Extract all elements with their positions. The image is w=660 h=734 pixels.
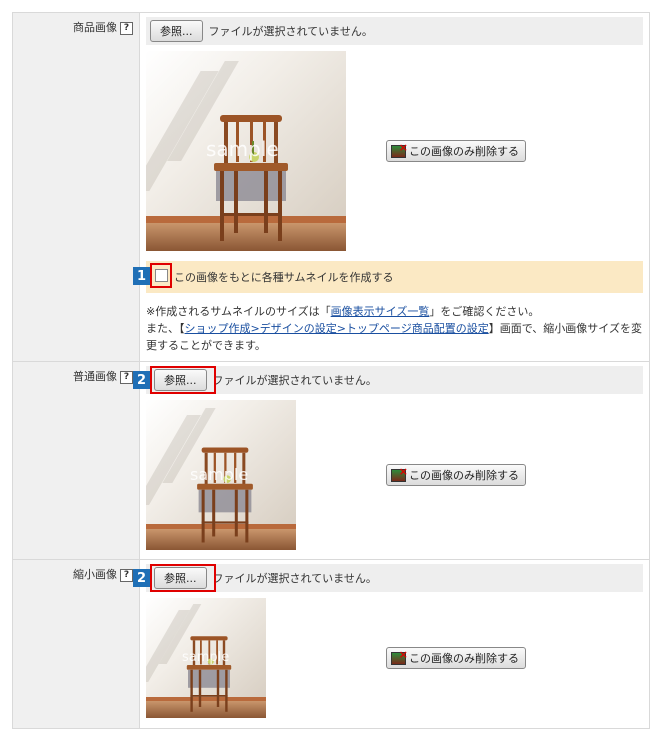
delete-image-icon <box>391 648 408 665</box>
chair-graphic <box>214 115 288 241</box>
help-icon[interactable]: ? <box>120 371 133 384</box>
image-area: sample この画像のみ削除する <box>146 598 643 718</box>
chair-photo: sample <box>146 51 346 251</box>
browse-highlight <box>150 366 216 394</box>
file-status: ファイルが選択されていません。 <box>212 572 377 585</box>
image-area: sample この画像のみ削除する <box>146 51 643 251</box>
watermark-text: sample <box>206 137 279 161</box>
image-form: 商品画像? 参照... ファイルが選択されていません。 sample × この画… <box>12 12 650 729</box>
label-text: 縮小画像 <box>73 568 117 581</box>
watermark-text: sample <box>190 465 249 484</box>
note-text: また、【 <box>146 322 185 335</box>
help-icon[interactable]: ? <box>120 22 133 35</box>
row-label: 縮小画像? <box>13 560 140 728</box>
file-status: ファイルが選択されていません。 <box>212 374 377 387</box>
delete-image-button[interactable]: この画像のみ削除する <box>386 464 526 486</box>
size-list-link[interactable]: 画像表示サイズ一覧 <box>331 305 430 318</box>
label-text: 商品画像 <box>73 21 117 34</box>
row-small-image: 縮小画像? 2 参照... ファイルが選択されていません。 sample × こ… <box>12 560 650 729</box>
delete-label: この画像のみ削除する <box>409 145 519 158</box>
step-marker: 2 <box>133 371 150 389</box>
thumbnail-checkbox[interactable] <box>154 269 168 282</box>
chair-photo: sample <box>146 598 266 718</box>
layout-settings-link[interactable]: ショップ作成>デザインの設定>トップページ商品配置の設定 <box>185 322 489 335</box>
note-text: 」をご確認ください。 <box>429 305 540 318</box>
row-product-image: 商品画像? 参照... ファイルが選択されていません。 sample × この画… <box>12 13 650 362</box>
chair-photo: sample <box>146 400 296 550</box>
row-label: 普通画像? <box>13 362 140 559</box>
delete-label: この画像のみ削除する <box>409 469 519 482</box>
row-normal-image: 普通画像? 2 参照... ファイルが選択されていません。 sample × こ… <box>12 362 650 560</box>
step-marker: 1 <box>133 267 150 285</box>
row-content: 2 参照... ファイルが選択されていません。 sample × この画像のみ削… <box>133 560 649 728</box>
chair-graphic <box>186 636 232 712</box>
row-label: 商品画像? <box>13 13 140 361</box>
thumbnail-label: この画像をもとに各種サムネイルを作成する <box>174 271 394 284</box>
thumbnail-note: ※作成されるサムネイルのサイズは「画像表示サイズ一覧」をご確認ください。 また、… <box>146 303 643 354</box>
row-content: 参照... ファイルが選択されていません。 sample × この画像のみ削除す… <box>133 13 649 361</box>
file-input: 2 参照... ファイルが選択されていません。 <box>133 564 643 592</box>
row-content: 2 参照... ファイルが選択されていません。 sample × この画像のみ削… <box>133 362 649 559</box>
delete-image-button[interactable]: この画像のみ削除する <box>386 647 526 669</box>
label-text: 普通画像 <box>73 370 117 383</box>
browse-button[interactable]: 参照... <box>150 20 203 42</box>
step-marker: 2 <box>133 569 150 587</box>
file-input: 2 参照... ファイルが選択されていません。 <box>133 366 643 394</box>
help-icon[interactable]: ? <box>120 569 133 582</box>
file-status: ファイルが選択されていません。 <box>208 25 373 38</box>
thumbnail-option: 1 この画像をもとに各種サムネイルを作成する <box>133 261 643 293</box>
delete-image-icon <box>391 141 408 158</box>
thumbnail-checkbox-highlight <box>150 263 172 288</box>
delete-image-button[interactable]: この画像のみ削除する <box>386 140 526 162</box>
chair-graphic <box>197 447 253 543</box>
watermark-text: sample <box>182 650 230 665</box>
file-input: 参照... ファイルが選択されていません。 <box>146 17 643 45</box>
note-text: ※作成されるサムネイルのサイズは「 <box>146 305 331 318</box>
browse-highlight <box>150 564 216 592</box>
delete-label: この画像のみ削除する <box>409 652 519 665</box>
delete-image-icon <box>391 465 408 482</box>
image-area: sample この画像のみ削除する <box>146 400 643 550</box>
